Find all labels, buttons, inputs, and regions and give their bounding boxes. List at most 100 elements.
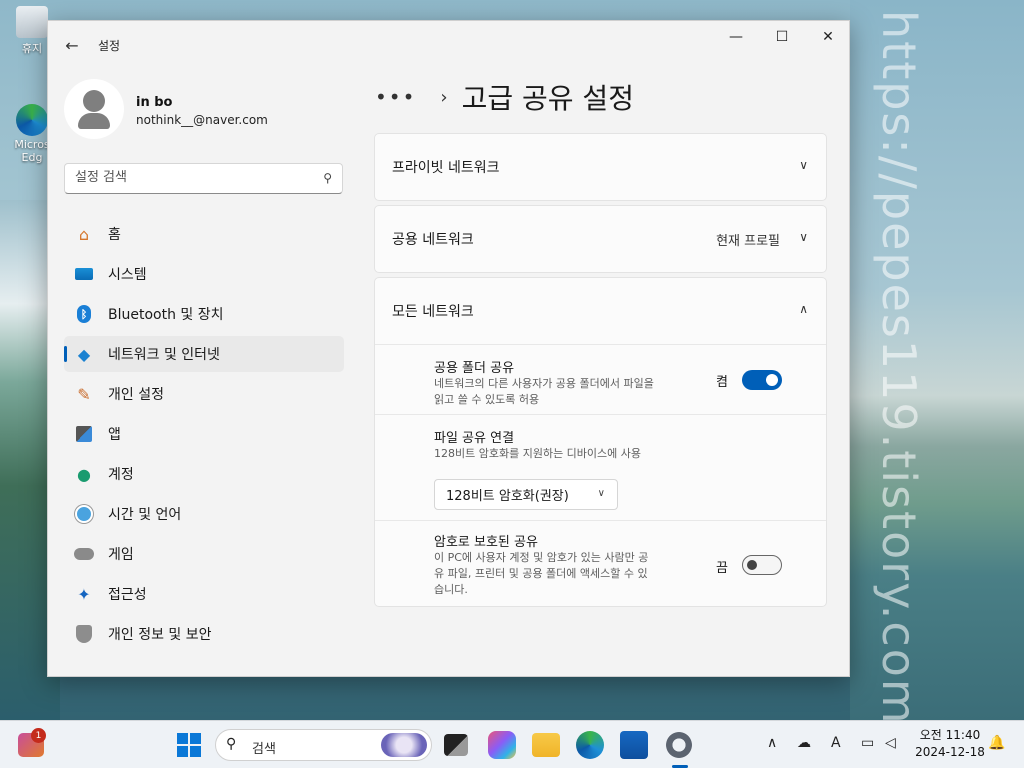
chevron-up-icon[interactable]: ∧ bbox=[767, 735, 777, 751]
sidebar-item-label: 계정 bbox=[108, 467, 134, 483]
sidebar-nav: ⌂ 홈 시스템 ᛒ Bluetooth 및 장치 ◆ 네트워크 및 인터넷 ✎ … bbox=[64, 216, 344, 676]
start-button[interactable] bbox=[177, 733, 201, 757]
current-profile-label: 현재 프로필 bbox=[716, 234, 780, 249]
notification-bell-icon[interactable]: 🔔 bbox=[988, 735, 1005, 751]
network-icon: ◆ bbox=[77, 344, 91, 364]
bluetooth-icon: ᛒ bbox=[74, 304, 94, 324]
breadcrumb: ••• › 고급 공유 설정 bbox=[375, 77, 634, 117]
sidebar-item-label: 개인 설정 bbox=[108, 387, 164, 403]
sidebar-item-apps[interactable]: 앱 bbox=[64, 416, 344, 452]
close-button[interactable]: ✕ bbox=[805, 21, 849, 53]
app-title: 설정 bbox=[98, 39, 121, 53]
avatar-head-icon bbox=[83, 90, 105, 112]
sidebar-item-time-language[interactable]: 시간 및 언어 bbox=[64, 496, 344, 532]
network-status-icon[interactable]: ▭ bbox=[861, 735, 874, 751]
volume-muted-icon[interactable]: ◁ bbox=[885, 735, 896, 751]
edge-button[interactable] bbox=[576, 731, 604, 759]
task-view-button[interactable] bbox=[444, 734, 468, 756]
sidebar-item-network[interactable]: ◆ 네트워크 및 인터넷 bbox=[64, 336, 344, 372]
chevron-down-icon: ∨ bbox=[799, 158, 808, 172]
password-sharing-toggle-state: 끔 bbox=[716, 561, 728, 576]
sidebar-item-label: 접근성 bbox=[108, 587, 147, 603]
private-network-header[interactable]: 프라이빗 네트워크 ∨ bbox=[375, 134, 826, 200]
public-network-card: 공용 네트워크 현재 프로필 ∨ bbox=[374, 205, 827, 273]
input-indicator-icon[interactable]: A bbox=[831, 735, 841, 751]
search-highlight-icon bbox=[381, 733, 427, 757]
settings-taskbar-button[interactable] bbox=[664, 730, 694, 760]
public-network-header[interactable]: 공용 네트워크 현재 프로필 ∨ bbox=[375, 206, 826, 272]
sidebar-item-label: 게임 bbox=[108, 547, 134, 563]
chevron-up-icon: ∧ bbox=[799, 302, 808, 316]
taskbar: 1 ⚲ 검색 ∧ ☁ A ▭ ◁ 오전 11:40 2024-12-18 🔔 bbox=[0, 720, 1024, 768]
sidebar-item-accounts[interactable]: ● 계정 bbox=[64, 456, 344, 492]
sidebar-item-label: 시간 및 언어 bbox=[108, 507, 182, 523]
taskbar-search[interactable]: ⚲ 검색 bbox=[215, 729, 432, 761]
avatar bbox=[64, 79, 124, 139]
breadcrumb-more-button[interactable]: ••• bbox=[375, 85, 416, 109]
cloud-off-icon[interactable]: ☁ bbox=[797, 735, 811, 751]
personalization-icon: ✎ bbox=[77, 384, 91, 404]
file-sharing-connection-row: 파일 공유 연결 128비트 암호화를 지원하는 디바이스에 사용 128비트 … bbox=[375, 414, 826, 520]
store-button[interactable] bbox=[620, 731, 648, 759]
file-sharing-connection-desc: 128비트 암호화를 지원하는 디바이스에 사용 bbox=[434, 447, 642, 460]
edge-icon bbox=[16, 104, 48, 136]
search-icon: ⚲ bbox=[226, 736, 237, 752]
all-networks-card: 모든 네트워크 ∧ 공용 폴더 공유 네트워크의 다른 사용자가 공용 폴더에서… bbox=[374, 277, 827, 607]
user-profile[interactable]: in bo nothink__@naver.com bbox=[64, 79, 354, 139]
user-email: nothink__@naver.com bbox=[136, 113, 268, 127]
accessibility-icon: ✦ bbox=[77, 584, 91, 604]
sidebar-item-accessibility[interactable]: ✦ 접근성 bbox=[64, 576, 344, 612]
all-networks-label: 모든 네트워크 bbox=[392, 304, 474, 320]
watermark-text: https://pepes119.tistory.com/ bbox=[872, 10, 926, 744]
sidebar-item-label: 앱 bbox=[108, 427, 121, 443]
avatar-body-icon bbox=[78, 113, 110, 129]
privacy-icon bbox=[74, 624, 94, 644]
home-icon: ⌂ bbox=[78, 224, 90, 244]
toggle-knob bbox=[766, 374, 778, 386]
sidebar-item-system[interactable]: 시스템 bbox=[64, 256, 344, 292]
page-title: 고급 공유 설정 bbox=[461, 82, 634, 115]
file-explorer-button[interactable] bbox=[532, 733, 560, 757]
minimize-button[interactable]: — bbox=[713, 21, 759, 53]
close-icon: ✕ bbox=[822, 29, 834, 45]
maximize-icon: ☐ bbox=[775, 29, 789, 45]
back-button[interactable]: ← bbox=[60, 33, 84, 57]
settings-search-box: ⚲ bbox=[64, 163, 343, 194]
maximize-button[interactable]: ☐ bbox=[759, 21, 805, 53]
title-bar: ← 설정 — ☐ ✕ bbox=[48, 21, 849, 69]
taskbar-search-label: 검색 bbox=[252, 742, 276, 757]
public-folder-sharing-desc-2: 읽고 쓸 수 있도록 허용 bbox=[434, 393, 540, 406]
recycle-bin-label: 휴지 bbox=[21, 42, 43, 55]
copilot-button[interactable] bbox=[488, 731, 516, 759]
time-language-icon bbox=[74, 504, 94, 524]
password-sharing-toggle[interactable] bbox=[742, 555, 782, 575]
sidebar-item-bluetooth[interactable]: ᛒ Bluetooth 및 장치 bbox=[64, 296, 344, 332]
encryption-dropdown[interactable]: 128비트 암호화(권장) ∨ bbox=[434, 479, 618, 510]
sidebar-item-personalization[interactable]: ✎ 개인 설정 bbox=[64, 376, 344, 412]
sidebar-item-label: 네트워크 및 인터넷 bbox=[108, 347, 220, 363]
password-sharing-title: 암호로 보호된 공유 bbox=[434, 535, 538, 550]
public-folder-sharing-row: 공용 폴더 공유 네트워크의 다른 사용자가 공용 폴더에서 파일을 읽고 쓸 … bbox=[375, 344, 826, 414]
recycle-bin-icon bbox=[16, 6, 48, 38]
settings-search-input[interactable] bbox=[75, 170, 305, 185]
encryption-dropdown-value: 128비트 암호화(권장) bbox=[446, 489, 569, 504]
clock-time: 오전 11:40 bbox=[919, 728, 981, 742]
search-icon[interactable]: ⚲ bbox=[323, 171, 332, 185]
private-network-card: 프라이빗 네트워크 ∨ bbox=[374, 133, 827, 201]
public-folder-sharing-toggle[interactable] bbox=[742, 370, 782, 390]
sidebar-item-label: 홈 bbox=[108, 227, 121, 243]
sidebar-item-privacy[interactable]: 개인 정보 및 보안 bbox=[64, 616, 344, 652]
account-icon: ● bbox=[77, 464, 91, 484]
chevron-right-icon: › bbox=[440, 86, 448, 108]
all-networks-header[interactable]: 모든 네트워크 ∧ bbox=[375, 278, 826, 344]
sidebar-item-label: Bluetooth 및 장치 bbox=[108, 307, 224, 323]
password-sharing-desc-3: 습니다. bbox=[434, 583, 468, 596]
sidebar-item-home[interactable]: ⌂ 홈 bbox=[64, 216, 344, 252]
sidebar-item-label: 개인 정보 및 보안 bbox=[108, 627, 212, 643]
clock[interactable]: 오전 11:40 2024-12-18 bbox=[912, 727, 988, 761]
arrow-left-icon: ← bbox=[65, 35, 79, 55]
file-sharing-connection-title: 파일 공유 연결 bbox=[434, 431, 515, 446]
sidebar-item-gaming[interactable]: 게임 bbox=[64, 536, 344, 572]
chevron-down-icon: ∨ bbox=[597, 488, 605, 499]
apps-icon bbox=[74, 424, 94, 444]
